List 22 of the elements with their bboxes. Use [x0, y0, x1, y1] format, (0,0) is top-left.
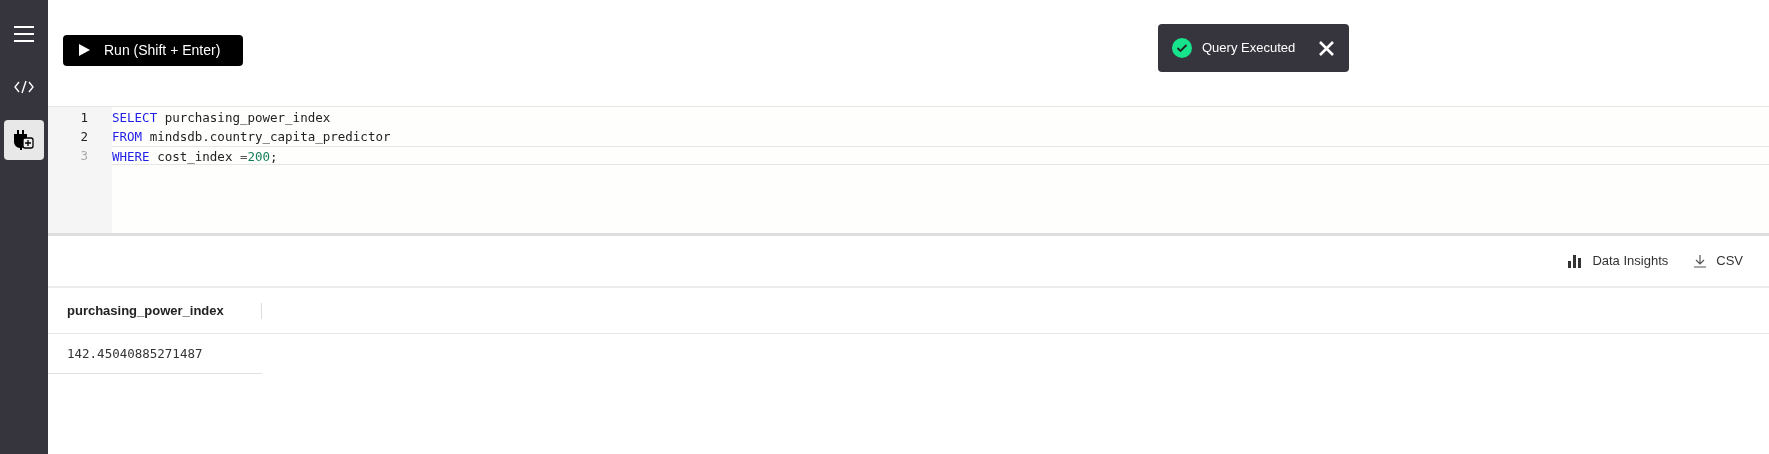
play-icon	[79, 44, 90, 56]
code-editor[interactable]: 1 2 3 SELECT purchasing_power_index FROM mindsdb.country_capita_predictor WHERE cost_index =200;	[48, 106, 1769, 236]
line-number: 1	[79, 109, 89, 127]
line-number: 3	[79, 147, 89, 165]
data-insights-button[interactable]: Data Insights	[1568, 251, 1669, 271]
code-line: SELECT purchasing_power_index	[112, 109, 332, 127]
code-line: FROM mindsdb.country_capita_predictor	[112, 128, 392, 146]
menu-icon	[13, 25, 35, 43]
run-button[interactable]: Run (Shift + Enter)	[63, 34, 243, 66]
sidebar-button[interactable]	[4, 120, 44, 160]
column-header: purchasing_power_index	[48, 302, 262, 319]
csv-download-button[interactable]: CSV	[1694, 251, 1743, 271]
close-icon	[1318, 40, 1334, 56]
code-icon	[14, 80, 34, 94]
toast-message: Query Executed	[1202, 39, 1297, 58]
table-cell: 142.45040885271487	[48, 334, 262, 374]
bar-chart-icon	[1568, 254, 1583, 268]
line-number: 2	[79, 128, 89, 146]
plug-icon	[14, 129, 34, 151]
download-icon	[1694, 254, 1707, 268]
code-line: WHERE cost_index =200;	[112, 146, 1769, 165]
close-button[interactable]	[1317, 39, 1335, 57]
